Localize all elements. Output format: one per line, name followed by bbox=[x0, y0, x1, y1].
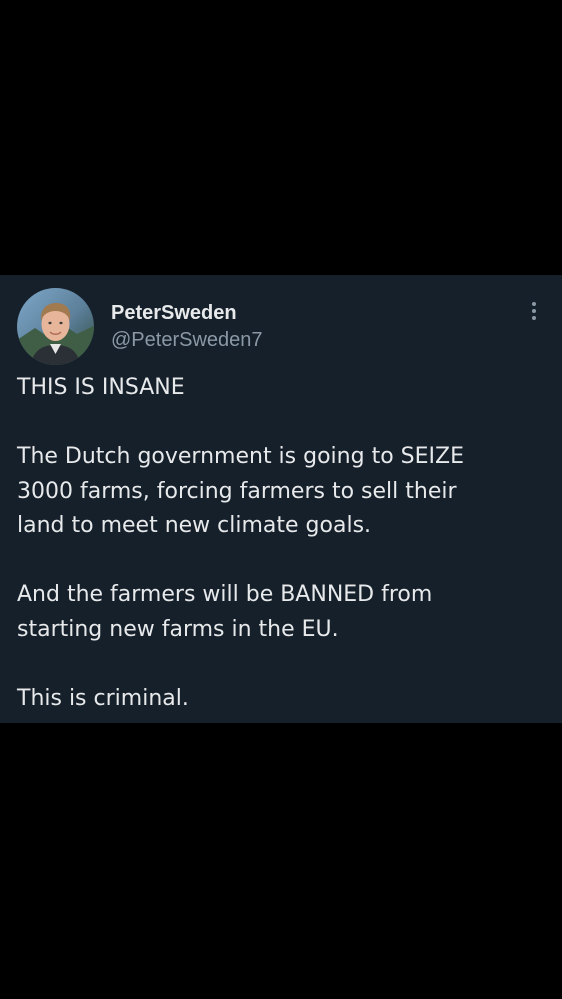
more-options-button[interactable] bbox=[520, 297, 548, 325]
vertical-ellipsis-icon bbox=[532, 302, 536, 320]
tweet-card: PeterSweden @PeterSweden7 THIS IS INSANE… bbox=[0, 275, 562, 723]
tweet-text: THIS IS INSANE The Dutch government is g… bbox=[17, 371, 547, 716]
tweet-paragraph: And the farmers will be BANNED from star… bbox=[17, 582, 433, 642]
avatar-photo-icon bbox=[17, 288, 94, 365]
author-avatar[interactable] bbox=[17, 288, 94, 365]
tweet-paragraph-spacer bbox=[17, 544, 547, 579]
author-display-name[interactable]: PeterSweden bbox=[111, 301, 237, 325]
tweet-paragraph-spacer bbox=[17, 647, 547, 682]
tweet-paragraph: The Dutch government is going to SEIZE 3… bbox=[17, 444, 464, 538]
tweet-paragraph: THIS IS INSANE bbox=[17, 375, 185, 400]
tweet-paragraph-spacer bbox=[17, 406, 547, 441]
author-handle[interactable]: @PeterSweden7 bbox=[111, 328, 263, 352]
tweet-paragraph: This is criminal. bbox=[17, 685, 189, 711]
